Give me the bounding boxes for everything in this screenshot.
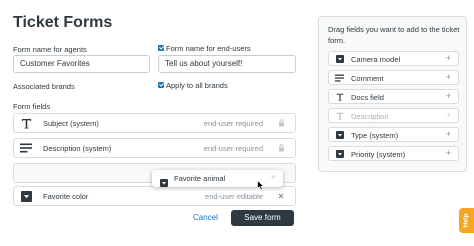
apply-all-brands-checkbox[interactable] [158,82,164,88]
dropdown-icon [335,130,344,139]
available-fields-panel: Drag fields you want to add to the ticke… [318,16,467,172]
panel-field-name: Description [351,112,389,121]
dropdown-icon [335,149,344,158]
panel-field-item[interactable]: Camera model + [328,51,459,66]
agent-name-input[interactable]: Customer Favorites [13,55,150,73]
form-field-row[interactable]: Description (system) end-user required [13,138,296,158]
cancel-button[interactable]: Cancel [193,213,218,222]
enduser-name-checkbox[interactable] [158,45,164,51]
paragraph-icon [335,73,344,82]
add-icon: + [445,110,451,120]
add-icon[interactable]: + [446,72,451,82]
add-icon[interactable]: + [446,129,451,139]
add-icon[interactable]: + [446,53,451,63]
apply-all-brands-label: Apply to all brands [166,81,228,90]
field-name: Favorite color [43,192,89,201]
page-title: Ticket Forms [13,14,113,31]
text-icon [20,117,32,129]
enduser-name-input[interactable]: Tell us about yourself! [158,55,296,73]
field-name: Subject (system) [43,119,99,128]
panel-field-item[interactable]: Type (system) + [328,127,459,142]
close-icon[interactable] [277,191,285,201]
text-icon [335,111,344,120]
field-status: end-user required [203,144,263,153]
panel-field-name: Comment [351,74,384,83]
dropdown-icon [20,190,32,202]
add-icon[interactable]: + [446,148,451,158]
help-label: Help [463,213,470,228]
lock-icon [277,118,285,128]
panel-field-name: Camera model [351,55,401,64]
cursor-arrow-icon [257,178,265,196]
add-icon[interactable]: + [446,91,451,101]
form-fields-label: Form fields [13,102,51,111]
form-field-row[interactable]: Favorite color end-user editable [13,186,296,206]
help-tab[interactable]: Help [459,208,474,233]
dropdown-icon [160,174,168,192]
enduser-name-label: Form name for end-users [166,44,251,53]
panel-field-name: Docs field [351,93,384,102]
field-name: Description (system) [43,144,112,153]
dragging-field-name: Favorite animal [174,174,226,183]
panel-field-name: Priority (system) [351,150,406,159]
save-form-button[interactable]: Save form [231,210,294,226]
dropdown-icon [335,54,344,63]
form-field-row[interactable]: Subject (system) end-user required [13,113,296,133]
panel-field-item-disabled: Description + [328,108,459,123]
panel-field-item[interactable]: Docs field + [328,89,459,104]
field-status: end-user editable [205,192,263,201]
lock-icon [277,143,285,153]
panel-field-item[interactable]: Priority (system) + [328,146,459,161]
text-icon [335,92,344,101]
panel-field-name: Type (system) [351,131,399,140]
panel-instructions: Drag fields you want to add to the ticke… [328,25,460,45]
paragraph-icon [20,142,32,154]
add-icon: + [270,172,276,182]
panel-field-item[interactable]: Comment + [328,70,459,85]
field-status: end-user required [203,119,263,128]
associated-brands-label: Associated brands [13,82,75,91]
agent-name-label: Form name for agents [13,45,87,54]
